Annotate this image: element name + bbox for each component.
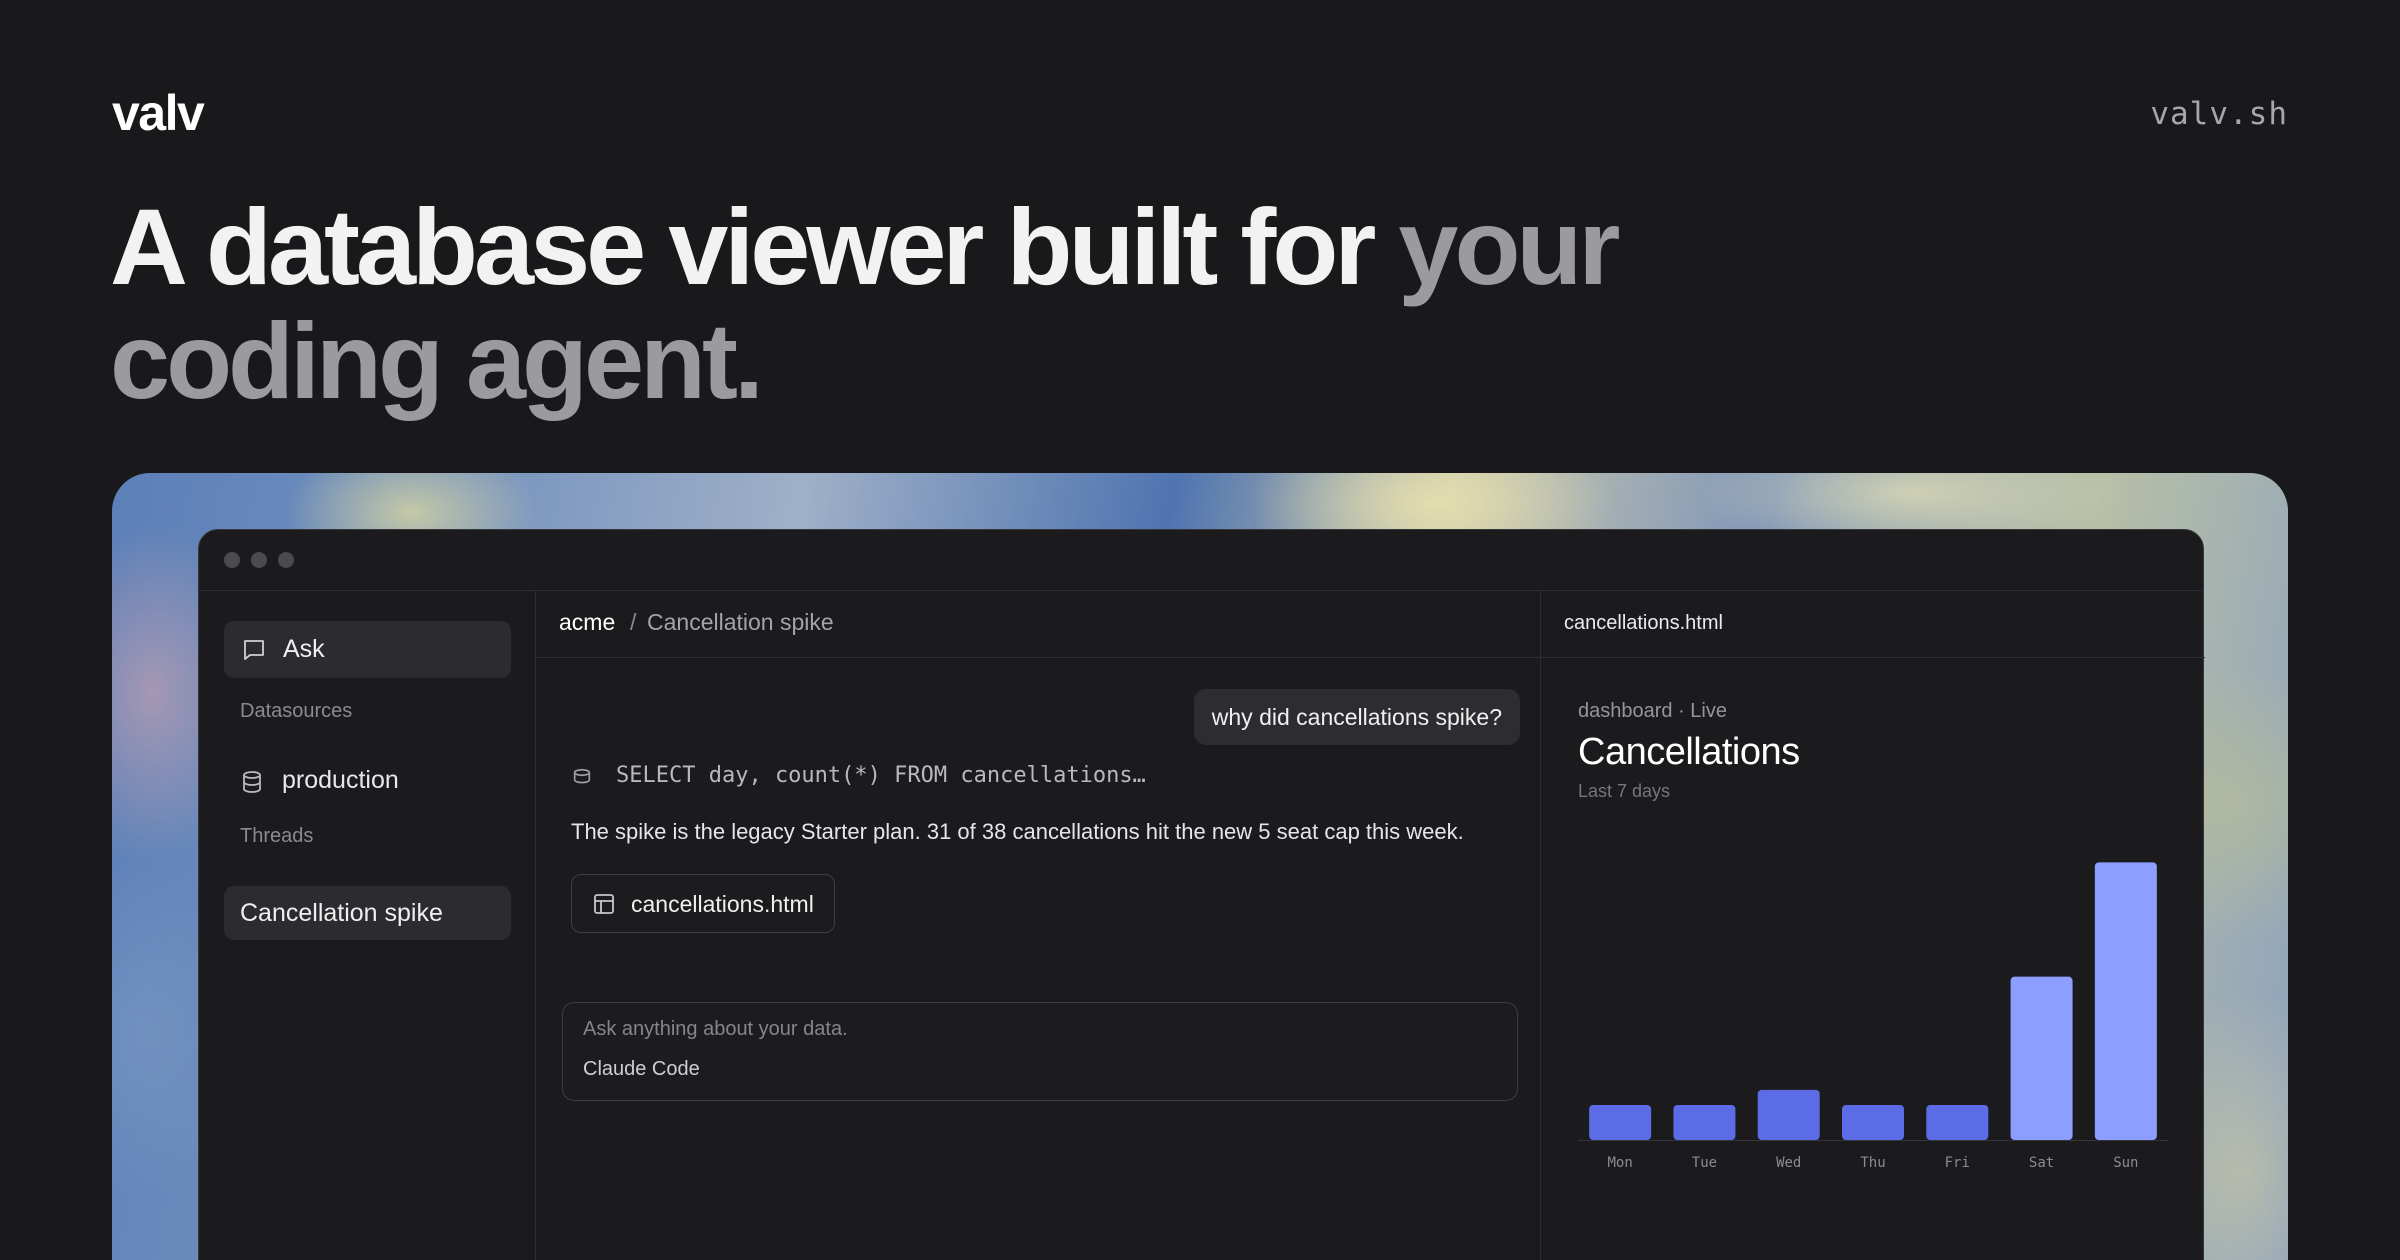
breadcrumb-workspace[interactable]: acme — [559, 609, 615, 636]
bar-mon[interactable] — [1589, 1105, 1652, 1140]
bar-sat[interactable] — [2010, 976, 2073, 1140]
headline-primary: A database viewer built for — [110, 186, 1376, 307]
layout-icon — [594, 894, 614, 914]
sidebar: Ask Datasources production Threads Cance… — [199, 591, 536, 1260]
x-tick-label: Tue — [1692, 1155, 1717, 1171]
window-maximize-dot[interactable] — [278, 552, 294, 568]
preview-tab-label: cancellations.html — [1564, 612, 1723, 634]
sidebar-item-thread[interactable]: Cancellation spike — [224, 886, 511, 940]
x-tick-label: Fri — [1945, 1155, 1970, 1171]
breadcrumb: acme / Cancellation spike — [536, 591, 1540, 658]
brand-logo[interactable]: valv — [112, 84, 205, 142]
window-minimize-dot[interactable] — [251, 552, 267, 568]
chat-pane: acme / Cancellation spike why did cancel… — [536, 591, 1541, 1260]
file-chip-label: cancellations.html — [631, 891, 814, 917]
app-window: Ask Datasources production Threads Cance… — [198, 529, 2205, 1260]
window-titlebar — [199, 530, 2203, 591]
sql-query: SELECT day, count(*) FROM cancellations… — [616, 763, 1146, 788]
dashboard-title: Cancellations — [1578, 731, 1800, 773]
agent-selector[interactable]: Claude Code — [583, 1058, 700, 1081]
x-tick-label: Mon — [1607, 1155, 1632, 1171]
x-tick-label: Sun — [2113, 1155, 2138, 1171]
site-link[interactable]: valv.sh — [2150, 96, 2288, 132]
bar-wed[interactable] — [1757, 1089, 1820, 1140]
x-tick-label: Sat — [2029, 1155, 2054, 1171]
ask-label: Ask — [283, 635, 325, 663]
datasources-heading: Datasources — [240, 700, 353, 722]
landing-page: valv valv.sh A database viewer built for… — [0, 0, 2400, 1260]
threads-heading: Threads — [240, 825, 314, 847]
chat-composer[interactable]: Ask anything about your data. Claude Cod… — [562, 1002, 1518, 1101]
preview-tab[interactable]: cancellations.html — [1541, 591, 2205, 658]
headline: A database viewer built for your coding … — [110, 190, 1810, 418]
composer-placeholder: Ask anything about your data. — [583, 1018, 848, 1040]
dashboard-meta: dashboard · Live — [1578, 700, 1727, 722]
bar-tue[interactable] — [1673, 1105, 1736, 1140]
chat-bubble-icon — [244, 640, 264, 660]
datasource-label: production — [282, 766, 399, 794]
breadcrumb-thread: Cancellation spike — [647, 609, 834, 635]
user-message: why did cancellations spike? — [1193, 689, 1520, 745]
database-icon — [243, 771, 261, 793]
window-close-dot[interactable] — [224, 552, 240, 568]
ask-button[interactable]: Ask — [224, 621, 511, 678]
file-chip[interactable]: cancellations.html — [571, 874, 835, 933]
assistant-answer: The spike is the legacy Starter plan. 31… — [571, 819, 1464, 844]
database-icon — [573, 768, 591, 784]
cancellations-bar-chart: Mon Tue Wed Thu Fri Sat Sun — [1578, 862, 2168, 1171]
thread-label: Cancellation spike — [240, 899, 443, 927]
hero-painting-backdrop: Ask Datasources production Threads Cance… — [112, 473, 2288, 1260]
bar-fri[interactable] — [1926, 1105, 1989, 1140]
bar-thu[interactable] — [1842, 1105, 1904, 1140]
bar-sun[interactable] — [2094, 862, 2157, 1140]
breadcrumb-separator: / — [630, 609, 637, 635]
x-tick-label: Wed — [1776, 1155, 1801, 1171]
preview-panel: cancellations.html dashboard · Live Canc… — [1541, 591, 2205, 1260]
x-tick-label: Thu — [1860, 1155, 1885, 1171]
